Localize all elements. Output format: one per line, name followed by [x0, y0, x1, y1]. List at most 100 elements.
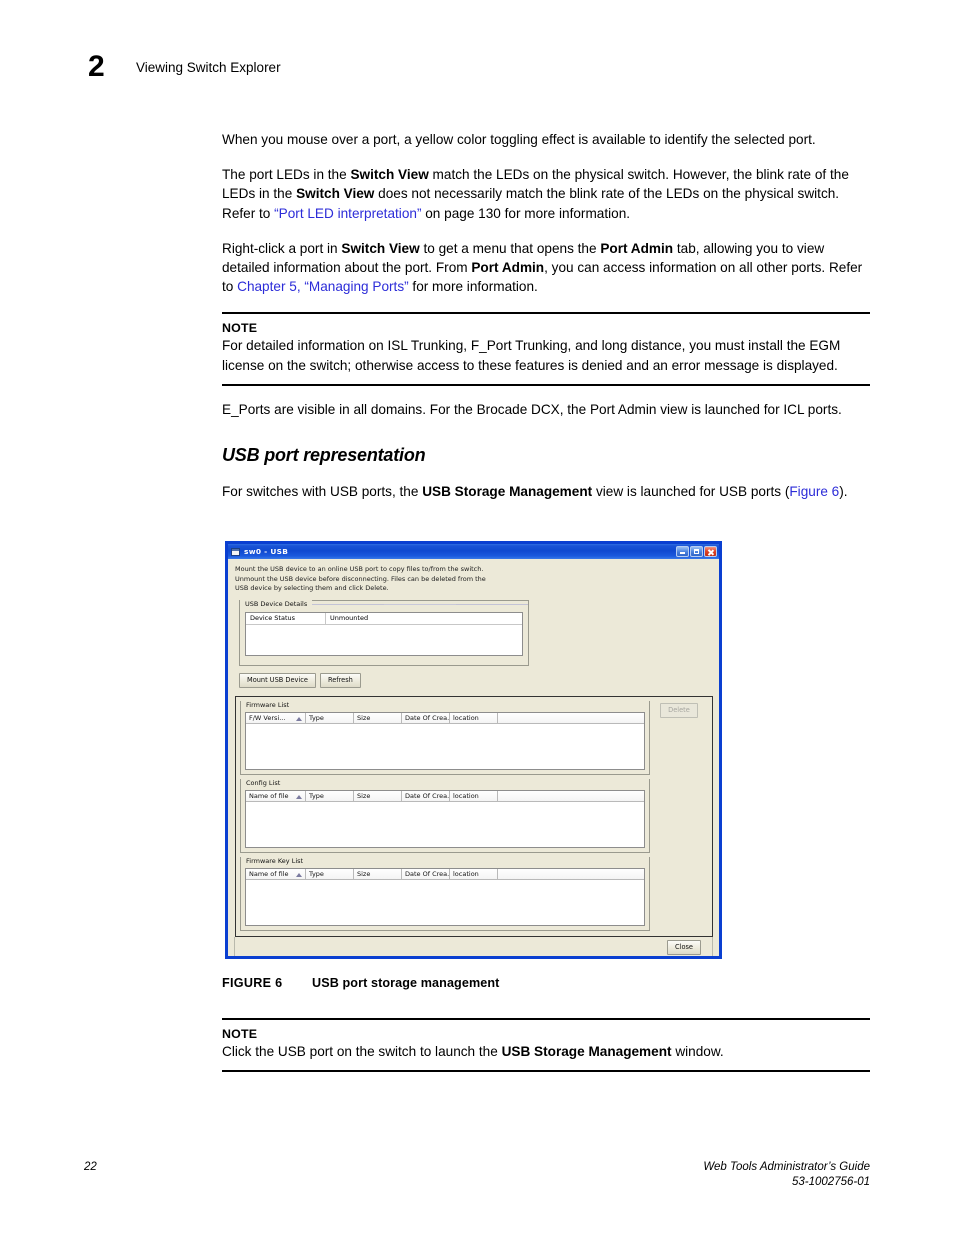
- document-page: 2 Viewing Switch Explorer When you mouse…: [0, 0, 954, 1235]
- window-icon: [231, 547, 240, 556]
- note-text: Click the USB port on the switch to laun…: [222, 1042, 870, 1061]
- delete-button-column: Delete: [650, 701, 708, 931]
- panel-content: Name of file Type Size Date Of Crea.. lo…: [241, 788, 649, 852]
- delete-button-label: Delete: [668, 706, 690, 714]
- chapter-number: 2: [88, 50, 105, 83]
- usb-device-details-panel: USB Device Details Device Status Unmount…: [239, 599, 529, 666]
- table-body-empty[interactable]: [246, 802, 644, 847]
- text-fragment: window.: [671, 1044, 724, 1059]
- usb-storage-management-window[interactable]: sw0 - USB Mount the USB device to an onl…: [225, 541, 722, 959]
- maximize-button[interactable]: [690, 546, 703, 557]
- paragraph-1: When you mouse over a port, a yellow col…: [222, 132, 816, 147]
- table-body-empty[interactable]: [246, 880, 644, 925]
- note-label: NOTE: [222, 1027, 258, 1041]
- device-action-buttons: Mount USB Device Refresh: [239, 673, 713, 688]
- chapter-title: Viewing Switch Explorer: [136, 60, 281, 75]
- note-label: NOTE: [222, 321, 258, 336]
- document-footer: Web Tools Administrator’s Guide 53-10027…: [703, 1160, 870, 1190]
- bold-usb-storage-management: USB Storage Management: [501, 1044, 672, 1059]
- column-header[interactable]: Type: [306, 713, 354, 724]
- text-fragment: For switches with USB ports, the: [222, 484, 423, 500]
- link-port-led-interpretation[interactable]: “Port LED interpretation”: [274, 206, 421, 221]
- panel-header: Config List: [241, 779, 649, 788]
- mount-usb-device-button[interactable]: Mount USB Device: [239, 673, 316, 688]
- delete-button[interactable]: Delete: [660, 703, 698, 718]
- note-block-trunking: NOTE For detailed information on ISL Tru…: [222, 312, 870, 386]
- paragraph-2: The port LEDs in the Switch View match t…: [222, 165, 870, 223]
- panel-header: Firmware Key List: [241, 857, 649, 866]
- panel-divider: [312, 604, 385, 605]
- column-header[interactable]: Type: [306, 869, 354, 880]
- window-body: Mount the USB device to an online USB po…: [228, 559, 719, 956]
- file-lists-column: Firmware List F/W Versi... Type Size Dat…: [240, 701, 650, 931]
- column-header-filler: [498, 869, 644, 880]
- config-list-panel: Config List Name of file Type Size Date …: [240, 779, 650, 853]
- close-button[interactable]: Close: [667, 940, 701, 955]
- link-figure-6[interactable]: Figure 6: [789, 484, 839, 499]
- column-header[interactable]: location: [450, 869, 498, 880]
- panel-divider: [456, 604, 529, 605]
- column-header[interactable]: F/W Versi...: [246, 713, 306, 724]
- sort-ascending-icon: [296, 794, 302, 799]
- minimize-button[interactable]: [676, 546, 689, 557]
- bold-switch-view: Switch View: [296, 186, 375, 202]
- figure-id: FIGURE 6: [222, 976, 283, 990]
- column-header[interactable]: Size: [354, 713, 402, 724]
- column-header[interactable]: Size: [354, 791, 402, 802]
- file-lists-area: Firmware List F/W Versi... Type Size Dat…: [235, 696, 713, 937]
- device-details-grid[interactable]: Device Status Unmounted: [245, 612, 523, 656]
- column-header[interactable]: Type: [306, 791, 354, 802]
- figure-caption-text: USB port storage management: [312, 976, 500, 990]
- page-number: 22: [84, 1161, 97, 1173]
- column-header-label: Name of file: [249, 870, 289, 878]
- column-header-label: F/W Versi...: [249, 714, 286, 722]
- window-titlebar[interactable]: sw0 - USB: [228, 544, 719, 559]
- paragraph-3: Right-click a port in Switch View to get…: [222, 239, 870, 297]
- panel-header: Firmware List: [241, 701, 649, 710]
- panel-header: USB Device Details: [240, 600, 529, 609]
- device-status-label: Device Status: [246, 613, 326, 624]
- close-icon[interactable]: [704, 546, 717, 557]
- column-header[interactable]: Size: [354, 869, 402, 880]
- table-body-empty[interactable]: [246, 724, 644, 769]
- column-header[interactable]: location: [450, 713, 498, 724]
- text-fragment: to get a menu that opens the: [419, 240, 601, 256]
- instruction-text: Mount the USB device to an online USB po…: [235, 565, 713, 594]
- window-title: sw0 - USB: [244, 547, 289, 556]
- close-button-row: Close: [234, 937, 713, 956]
- column-header[interactable]: Date Of Crea..: [402, 791, 450, 802]
- instruction-line: Unmount the USB device before disconnect…: [235, 574, 486, 583]
- refresh-button-label: Refresh: [327, 676, 353, 684]
- column-header[interactable]: Name of file: [246, 791, 306, 802]
- text-fragment: for more information.: [408, 279, 538, 295]
- column-header-filler: [498, 791, 644, 802]
- refresh-button[interactable]: Refresh: [319, 673, 361, 688]
- instruction-line: USB device by selecting them and click D…: [235, 584, 389, 592]
- bold-switch-view: Switch View: [341, 240, 420, 256]
- config-list-table[interactable]: Name of file Type Size Date Of Crea.. lo…: [245, 790, 645, 848]
- column-header[interactable]: location: [450, 791, 498, 802]
- link-chapter-5-managing-ports[interactable]: Chapter 5, “Managing Ports”: [237, 279, 409, 294]
- note-block-usb-storage: NOTE Click the USB port on the switch to…: [222, 1018, 870, 1073]
- paragraph-5: For switches with USB ports, the USB Sto…: [222, 482, 870, 501]
- text-fragment: Click the USB port on the switch to laun…: [222, 1044, 502, 1059]
- bold-usb-storage-management: USB Storage Management: [422, 484, 593, 500]
- bold-switch-view: Switch View: [350, 167, 429, 183]
- text-fragment: view is launched for USB ports (: [592, 484, 790, 500]
- footer-guide-title: Web Tools Administrator’s Guide: [703, 1161, 870, 1173]
- column-header[interactable]: Date Of Crea..: [402, 713, 450, 724]
- firmware-list-table[interactable]: F/W Versi... Type Size Date Of Crea.. lo…: [245, 712, 645, 770]
- text-fragment: ).: [839, 484, 848, 500]
- column-header[interactable]: Name of file: [246, 869, 306, 880]
- firmware-key-list-table[interactable]: Name of file Type Size Date Of Crea.. lo…: [245, 868, 645, 926]
- table-row[interactable]: Device Status Unmounted: [246, 613, 522, 625]
- panel-divider: [384, 604, 457, 605]
- content-column: When you mouse over a port, a yellow col…: [222, 130, 870, 501]
- column-header[interactable]: Date Of Crea..: [402, 869, 450, 880]
- text-fragment: on page 130 for more information.: [421, 205, 631, 221]
- running-head: 2 Viewing Switch Explorer: [88, 52, 281, 82]
- close-button-label: Close: [675, 943, 693, 951]
- panel-title: Config List: [241, 779, 286, 787]
- panel-title: USB Device Details: [240, 600, 313, 609]
- paragraph-4: E_Ports are visible in all domains. For …: [222, 401, 842, 417]
